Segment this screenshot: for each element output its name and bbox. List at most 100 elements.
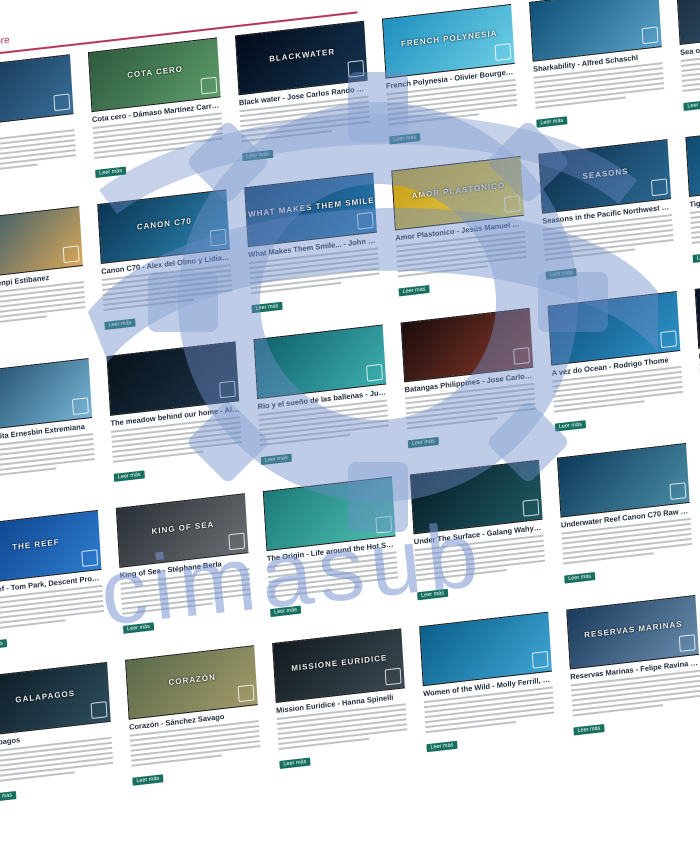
read-more-button[interactable]: Leer más	[132, 774, 164, 786]
video-card[interactable]: Sea of Legends - Peranagelo Prodi, Morga…	[675, 0, 700, 123]
video-card[interactable]: FRENCH POLYNESIA French Polynesia - Olivi…	[381, 3, 520, 157]
video-thumbnail[interactable]: MISSIONE EURIDICE	[272, 628, 407, 704]
video-card[interactable]: The Origin - Life around the Hot Spring …	[262, 476, 401, 629]
video-card[interactable]: SEASONS Seasons in the Pacific Northwest …	[538, 139, 676, 292]
festival-logo-icon	[513, 347, 531, 365]
festival-logo-icon	[90, 701, 108, 719]
read-more-button[interactable]: Leer más	[251, 301, 283, 314]
video-description	[0, 281, 86, 328]
video-card[interactable]: GALAPAGOSGalapagosLeer más	[0, 661, 116, 815]
video-thumbnail[interactable]	[675, 0, 700, 46]
video-card[interactable]: Underwater Reef Canon C70 Raw - Alex del…	[556, 442, 695, 596]
read-more-button[interactable]: Leer más	[260, 453, 292, 466]
video-thumbnail[interactable]: WHAT MAKES THEM SMILE	[244, 172, 379, 248]
read-more-button[interactable]: Leer más	[242, 149, 274, 162]
read-more-button[interactable]: Leer más	[389, 133, 421, 145]
festival-logo-icon	[678, 634, 696, 652]
video-thumbnail[interactable]: KING OF SEA	[115, 493, 251, 568]
video-description	[0, 129, 77, 176]
video-card[interactable]: CORAZÓN Corazón - Sánchez Savago Leer más	[124, 645, 263, 798]
read-more-button[interactable]: Leer más	[573, 723, 605, 736]
video-card[interactable]: THE REEFThe Reef - Tom Park, Descent Pro…	[0, 509, 106, 663]
video-card[interactable]: Under The Surface - Galang Wahyu Ellesus…	[409, 459, 548, 613]
festival-logo-icon	[494, 43, 512, 62]
read-more-button[interactable]: Leer más	[0, 790, 17, 803]
video-card[interactable]: KING OF SEA King of Sea - Stéphane Berla L…	[115, 493, 254, 646]
festival-logo-icon	[62, 245, 80, 264]
video-thumbnail[interactable]: GALAPAGOS	[0, 661, 113, 737]
read-more-button[interactable]: Leer más	[536, 116, 568, 128]
read-more-button[interactable]: Leer más	[554, 420, 586, 432]
video-thumbnail[interactable]: SEASONS	[538, 139, 674, 214]
festival-logo-icon	[366, 363, 383, 382]
video-card[interactable]: COTA CERO Cota cero - Dámaso Martínez Car…	[87, 37, 226, 190]
video-thumbnail[interactable]	[409, 459, 545, 535]
festival-logo-icon	[660, 330, 678, 349]
festival-logo-icon	[72, 397, 89, 416]
video-thumbnail[interactable]: TIGER KING	[685, 122, 700, 197]
read-more-button[interactable]: Leer más	[416, 588, 449, 601]
video-card[interactable]: WHAT MAKES THEM SMILE What Makes Them Smi…	[244, 172, 382, 326]
festival-logo-icon	[53, 93, 71, 112]
video-thumbnail[interactable]: AMOR PLASTONICO	[391, 155, 527, 231]
video-thumbnail[interactable]: RESERVAS MARINAS	[566, 594, 700, 670]
read-more-button[interactable]: Leer más	[545, 268, 577, 280]
read-more-button[interactable]: Leer más	[564, 572, 596, 584]
header-text: iembre	[0, 34, 10, 50]
video-thumbnail[interactable]: FRENCH POLYNESIA	[381, 3, 517, 79]
video-thumbnail[interactable]: CANON C70	[97, 189, 232, 264]
read-more-button[interactable]: Leer más	[269, 605, 302, 618]
video-thumbnail[interactable]: BENEATH	[694, 274, 700, 349]
read-more-button[interactable]: Leer más	[104, 318, 136, 330]
festival-logo-icon	[81, 549, 99, 568]
festival-logo-icon	[650, 178, 668, 197]
read-more-button[interactable]: Leer más	[113, 470, 145, 482]
video-card[interactable]: RESERVAS MARINAS Reservas Marinas - Felip…	[566, 594, 700, 748]
video-card[interactable]: BENEATHBenezth - Morgan Le Fauchour - Al…	[694, 274, 700, 427]
video-card[interactable]: Women of the Wild - Molly Ferrill, Jaye …	[419, 611, 557, 765]
festival-logo-icon	[503, 195, 521, 213]
video-card[interactable]: AMOR PLASTONICO Amor Plastonico - Jesús M…	[391, 155, 529, 309]
video-description	[0, 432, 95, 480]
read-more-button[interactable]: Leer más	[95, 166, 127, 179]
video-thumbnail[interactable]	[547, 290, 683, 366]
video-thumbnail[interactable]: CORAZÓN	[124, 645, 260, 720]
video-card[interactable]: - Andoni Aizenpi EstibanezLeer más	[0, 206, 88, 359]
read-more-button[interactable]: Leer más	[407, 436, 439, 449]
video-card[interactable]: dame - Maita Ernesbin ExtremianaLeer más	[0, 357, 97, 511]
festival-logo-icon	[531, 650, 549, 669]
video-thumbnail[interactable]: BLACKWATER	[234, 20, 370, 96]
video-card[interactable]: BLACKWATER Black water - Jose Carlos Rand…	[234, 20, 373, 174]
video-description	[0, 584, 105, 632]
video-card[interactable]: TIGER KINGTiger (Shark) King - Clayton C…	[685, 122, 700, 275]
video-thumbnail[interactable]	[419, 611, 554, 687]
read-more-button[interactable]: Leer más	[398, 284, 430, 297]
video-card[interactable]: The meadow behind our home - Alfred Scha…	[106, 341, 244, 494]
festival-logo-icon	[641, 26, 659, 45]
video-card[interactable]: MISSIONE EURIDICE Mission Euridice - Hann…	[272, 628, 410, 781]
video-thumbnail[interactable]	[400, 307, 536, 383]
video-thumbnail[interactable]	[106, 341, 242, 416]
video-card[interactable]: A vez do Ocean - Rodrigo Thome Leer más	[547, 290, 686, 444]
festival-logo-icon	[384, 667, 402, 686]
video-card[interactable]: Batangas Philippines - Jose Carlos Rando…	[400, 307, 538, 461]
read-more-button[interactable]: Leer más	[426, 740, 458, 753]
festival-logo-icon	[347, 59, 365, 78]
video-thumbnail[interactable]	[253, 324, 389, 400]
read-more-button[interactable]: Leer más	[692, 251, 700, 263]
read-more-button[interactable]: Leer más	[122, 622, 155, 634]
read-more-button[interactable]: Leer más	[683, 99, 700, 112]
video-card[interactable]: Rio y el sueño de las ballenas - Julio J…	[253, 324, 391, 477]
festival-logo-icon	[669, 482, 687, 501]
festival-logo-icon	[200, 76, 218, 95]
video-thumbnail[interactable]: COTA CERO	[87, 37, 223, 113]
video-thumbnail[interactable]	[262, 476, 398, 552]
video-card[interactable]: - Noémie StrohLeer más	[0, 54, 78, 207]
read-more-button[interactable]: Leer más	[0, 639, 8, 651]
video-card[interactable]: CANON C70 Canon C70 - Alex del Olmo y Lid…	[97, 189, 235, 342]
read-more-button[interactable]: Leer más	[279, 757, 311, 769]
video-card[interactable]: Sharkability - Alfred Schaschl Leer más	[528, 0, 667, 140]
festival-logo-icon	[375, 515, 393, 534]
festival-logo-icon	[209, 228, 227, 247]
video-thumbnail[interactable]	[556, 442, 692, 518]
